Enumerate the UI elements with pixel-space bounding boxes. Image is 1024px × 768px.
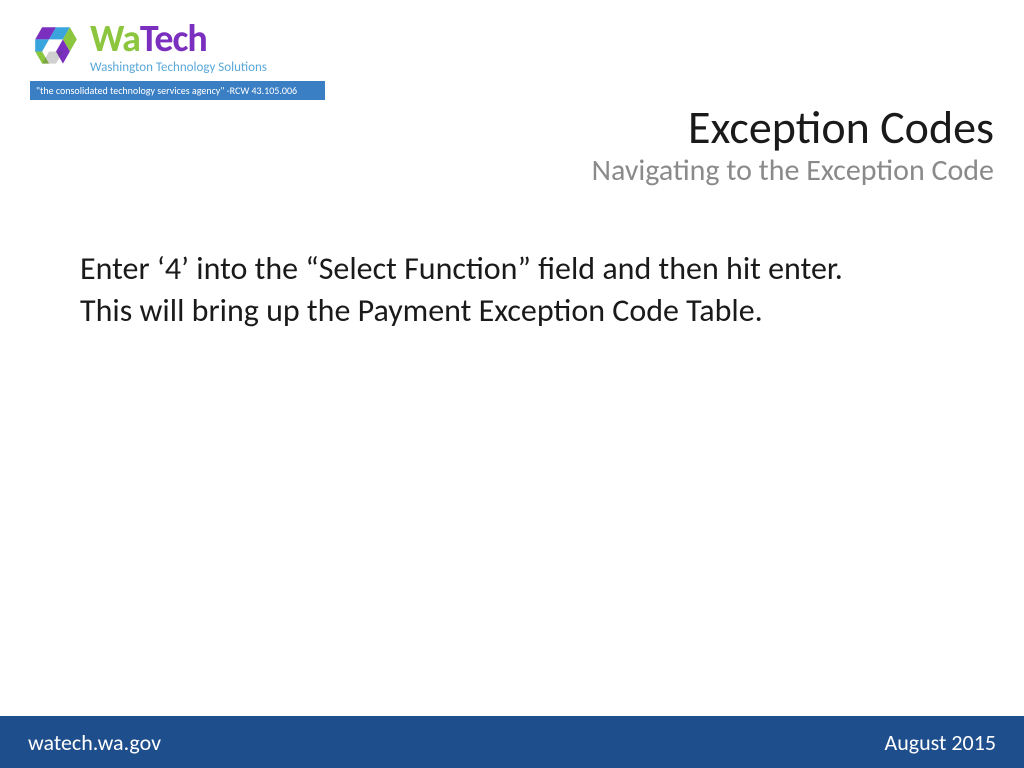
logo-row: WaTech Washington Technology Solutions (30, 20, 330, 75)
logo-name: WaTech (90, 20, 267, 58)
logo-area: WaTech Washington Technology Solutions "… (30, 20, 330, 100)
title-area: Exception Codes Navigating to the Except… (592, 100, 994, 189)
logo-name-tech: Tech (140, 16, 207, 62)
footer-bar: watech.wa.gov August 2015 (0, 716, 1024, 768)
logo-banner: "the consolidated technology services ag… (30, 81, 325, 100)
body-paragraph: Enter ‘4’ into the “Select Function” fie… (80, 248, 850, 331)
logo-name-wa: Wa (90, 16, 140, 62)
footer-date: August 2015 (884, 729, 996, 756)
logo-hex-icon (30, 22, 82, 74)
page-title: Exception Codes (592, 100, 994, 156)
footer-url: watech.wa.gov (28, 729, 161, 756)
logo-text: WaTech Washington Technology Solutions (90, 20, 267, 75)
logo-tagline: Washington Technology Solutions (90, 60, 267, 75)
page-subtitle: Navigating to the Exception Code (592, 152, 994, 189)
